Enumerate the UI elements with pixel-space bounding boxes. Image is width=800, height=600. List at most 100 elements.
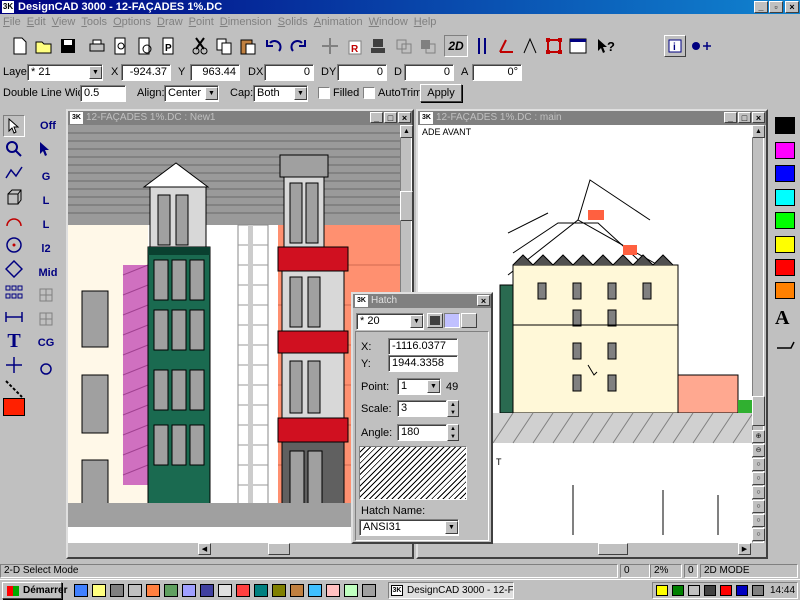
window1-scroll-thumb[interactable] — [400, 191, 413, 221]
snap-pointer-icon[interactable] — [35, 138, 57, 160]
print-icon[interactable] — [85, 34, 108, 57]
polyline-icon[interactable] — [3, 162, 25, 184]
paste-icon[interactable] — [236, 34, 259, 57]
menu-draw[interactable]: Draw — [154, 14, 186, 30]
snap-off-button[interactable]: Off — [35, 115, 61, 137]
close-button[interactable]: × — [785, 1, 799, 13]
select-arrow-icon[interactable] — [3, 115, 25, 137]
tray-icon-1[interactable] — [656, 585, 668, 596]
hatch-point-dropdown-icon[interactable]: ▼ — [427, 380, 440, 393]
zoom-tool-icon-6[interactable]: ○ — [752, 500, 765, 513]
window1-close-button[interactable]: × — [398, 112, 411, 123]
hatch-name-select[interactable]: ANSI31 — [359, 519, 459, 536]
snap-line2-button[interactable]: l2 — [35, 238, 57, 260]
color-swatch-cyan[interactable] — [775, 189, 795, 206]
zoom-tool-icon-4[interactable]: ○ — [752, 472, 765, 485]
snap-line1-button[interactable]: L — [35, 214, 57, 236]
menu-options[interactable]: Options — [110, 14, 154, 30]
properties-icon[interactable]: P — [157, 34, 180, 57]
redo-icon[interactable] — [286, 34, 309, 57]
distance-field[interactable]: 0 — [404, 64, 454, 81]
circle-icon[interactable] — [3, 234, 25, 256]
start-button[interactable]: Démarrer — [2, 582, 67, 599]
window-icon[interactable] — [566, 34, 589, 57]
color-swatch-yellow[interactable] — [775, 236, 795, 253]
apply-button[interactable]: Apply — [420, 84, 462, 102]
menu-animation[interactable]: Animation — [311, 14, 366, 30]
hatch-close-button[interactable]: × — [477, 295, 490, 306]
info-icon[interactable]: i — [664, 35, 686, 57]
double-line-width-field[interactable]: 0.5 — [80, 85, 126, 102]
quicklaunch-icon-13[interactable] — [290, 584, 304, 597]
menu-window[interactable]: Window — [366, 14, 411, 30]
quicklaunch-icon-16[interactable] — [344, 584, 358, 597]
quicklaunch-icon-6[interactable] — [164, 584, 178, 597]
y-coord-field[interactable]: 963.44 — [190, 64, 240, 81]
quicklaunch-icon-9[interactable] — [218, 584, 232, 597]
restore-button[interactable]: ▫ — [769, 1, 783, 13]
window1-scroll-up-icon[interactable]: ▲ — [400, 125, 413, 138]
hatch-angle-spinner[interactable]: ▲ ▼ — [447, 424, 459, 441]
box-3d-icon[interactable] — [3, 186, 25, 208]
quicklaunch-icon-14[interactable] — [308, 584, 322, 597]
minimize-button[interactable]: _ — [754, 1, 768, 13]
menu-point[interactable]: Point — [186, 14, 217, 30]
window1-maximize-button[interactable]: □ — [384, 112, 397, 123]
color-swatch-black[interactable] — [775, 117, 795, 134]
zoom-tool-icon-1[interactable]: ⊕ — [752, 430, 765, 443]
tray-icon-3[interactable] — [688, 585, 700, 596]
color-swatch-blue[interactable] — [775, 165, 795, 182]
line-style-icon[interactable] — [3, 378, 25, 400]
copy-object-icon[interactable] — [392, 34, 415, 57]
zoom-tool-icon-3[interactable]: ○ — [752, 458, 765, 471]
window2-close-button[interactable]: × — [752, 112, 765, 123]
quicklaunch-icon-7[interactable] — [182, 584, 196, 597]
help-pointer-icon[interactable]: ? — [594, 34, 617, 57]
crosshair-icon[interactable] — [3, 354, 25, 376]
color-swatch-magenta[interactable] — [775, 142, 795, 159]
window1-scroll-thumb-h[interactable] — [268, 543, 290, 555]
redraw-icon[interactable]: R — [342, 34, 365, 57]
quicklaunch-icon-4[interactable] — [128, 584, 142, 597]
dimension-icon[interactable] — [3, 306, 25, 328]
menu-dimension[interactable]: Dimension — [217, 14, 275, 30]
quicklaunch-icon-10[interactable] — [236, 584, 250, 597]
color-swatch-green[interactable] — [775, 212, 795, 229]
quicklaunch-icon-2[interactable] — [92, 584, 106, 597]
line-color-icon[interactable] — [775, 338, 795, 350]
quicklaunch-icon-8[interactable] — [200, 584, 214, 597]
menu-help[interactable]: Help — [411, 14, 440, 30]
copy-icon[interactable] — [212, 34, 235, 57]
zoom-tool-icon-2[interactable]: ⊖ — [752, 444, 765, 457]
zoom-tool-icon-7[interactable]: ○ — [752, 514, 765, 527]
color-swatch-red[interactable] — [775, 259, 795, 276]
snap-center-gravity-button[interactable]: CG — [35, 332, 57, 354]
autotrim-checkbox[interactable] — [363, 87, 375, 99]
snap-gravity-button[interactable]: G — [35, 166, 57, 188]
quicklaunch-icon-15[interactable] — [326, 584, 340, 597]
angle-icon[interactable] — [494, 34, 517, 57]
diamond-icon[interactable] — [3, 258, 25, 280]
quicklaunch-icon-17[interactable] — [362, 584, 376, 597]
color-swatch-orange[interactable] — [775, 282, 795, 299]
hatch-scale-spinner[interactable]: ▲ ▼ — [447, 400, 459, 417]
parallel-lines-icon[interactable] — [470, 34, 493, 57]
hatch-pattern-icon[interactable] — [444, 313, 460, 328]
dy-field[interactable]: 0 — [337, 64, 387, 81]
quicklaunch-icon-12[interactable] — [272, 584, 286, 597]
snap-grid-icon[interactable] — [35, 284, 57, 306]
window2-scroll-thumb-h[interactable] — [598, 543, 628, 555]
arc-icon[interactable] — [3, 210, 25, 232]
hatch-name-dropdown-icon[interactable]: ▼ — [445, 521, 458, 534]
tray-icon-5[interactable] — [720, 585, 732, 596]
tray-icon-2[interactable] — [672, 585, 684, 596]
window2-scroll-thumb[interactable] — [752, 396, 765, 426]
tray-icon-6[interactable] — [736, 585, 748, 596]
zoom-tool-icon-5[interactable]: ○ — [752, 486, 765, 499]
print-preview-icon[interactable] — [109, 34, 132, 57]
undo-icon[interactable] — [262, 34, 285, 57]
zoom-icon[interactable] — [3, 138, 25, 160]
new-file-icon[interactable] — [8, 34, 31, 57]
layer-dropdown-icon[interactable]: ▼ — [89, 66, 102, 79]
hatch-x-field[interactable]: -1116.0377 — [388, 338, 458, 355]
